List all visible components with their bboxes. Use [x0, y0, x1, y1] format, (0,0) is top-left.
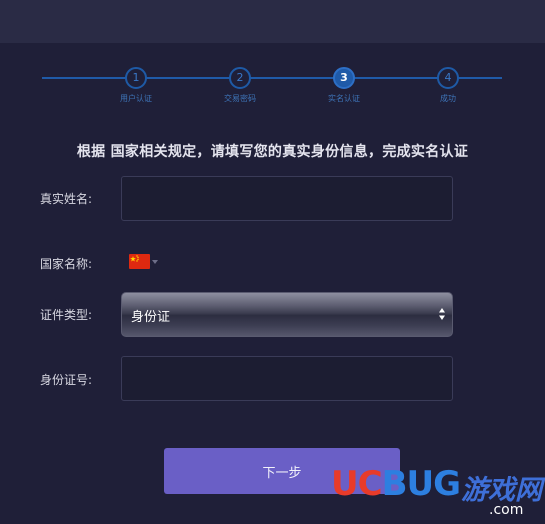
step-4-circle: 4	[437, 67, 459, 89]
stepper-line	[42, 77, 502, 79]
id-number-input[interactable]	[121, 356, 453, 401]
id-type-selected-value: 身份证	[131, 310, 171, 325]
step-1-label: 用户认证	[120, 94, 152, 103]
id-type-select[interactable]: 身份证	[121, 292, 453, 337]
progress-stepper: 1 用户认证 2 交易密码 3 实名认证 4 成功	[0, 64, 545, 110]
china-flag-icon[interactable]	[129, 254, 150, 269]
step-2-circle: 2	[229, 67, 251, 89]
country-dropdown-caret-icon[interactable]	[152, 260, 158, 264]
step-3-label: 实名认证	[328, 94, 360, 103]
id-number-label: 身份证号:	[40, 373, 93, 387]
country-label: 国家名称:	[40, 257, 93, 271]
verification-notice: 根据 国家相关规定，请填写您的真实身份信息，完成实名认证	[76, 144, 469, 160]
watermark-brand: UCBUG	[331, 464, 461, 504]
ucbug-watermark-logo: UCBUG 游戏网 .com	[327, 462, 545, 524]
id-type-label: 证件类型:	[40, 308, 93, 322]
step-4-label: 成功	[440, 94, 456, 103]
top-header-band	[0, 0, 545, 43]
step-2-label: 交易密码	[224, 94, 256, 103]
step-3-circle: 3	[333, 67, 355, 89]
real-name-input[interactable]	[121, 176, 453, 221]
real-name-label: 真实姓名:	[40, 192, 93, 206]
watermark-domain-suffix: .com	[489, 502, 524, 518]
step-1-circle: 1	[125, 67, 147, 89]
select-updown-arrows-icon	[439, 308, 445, 320]
